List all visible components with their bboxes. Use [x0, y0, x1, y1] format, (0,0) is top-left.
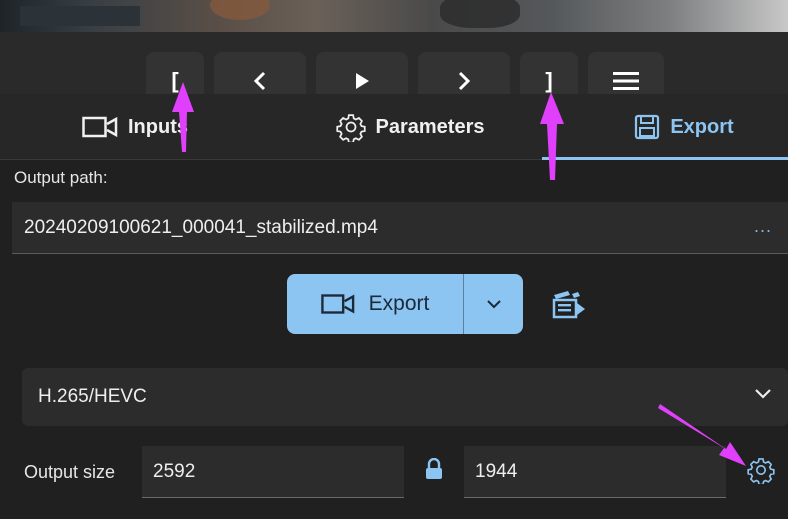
next-frame-icon: [458, 71, 471, 91]
export-split-button: Export: [287, 274, 523, 334]
render-queue-icon[interactable]: [550, 288, 588, 320]
menu-icon: [613, 72, 639, 90]
play-icon: [356, 73, 369, 89]
tab-export-label: Export: [670, 115, 734, 138]
output-path-input[interactable]: 20240209100621_000041_stabilized.mp4 ...: [12, 202, 788, 254]
codec-selected-value: H.265/HEVC: [38, 386, 147, 407]
gear-icon: [335, 114, 366, 142]
video-preview: [0, 0, 788, 32]
output-width-value: 2592: [153, 460, 196, 482]
codec-select[interactable]: H.265/HEVC: [22, 368, 788, 426]
output-height-value: 1944: [475, 460, 518, 482]
tab-bar: Inputs Parameters Export: [0, 94, 788, 160]
active-tab-indicator: [542, 157, 788, 160]
output-path-label: Output path:: [14, 168, 108, 187]
tab-parameters-label: Parameters: [375, 115, 485, 138]
export-button-label: Export: [368, 292, 430, 315]
floppy-disk-icon: [635, 114, 660, 140]
tab-inputs-label: Inputs: [128, 115, 188, 138]
mark-out-label: ]: [545, 68, 553, 93]
video-camera-icon: [82, 116, 118, 138]
output-size-label: Output size: [24, 462, 116, 482]
export-options-dropdown[interactable]: [464, 274, 523, 334]
video-camera-icon: [320, 294, 354, 314]
gear-icon[interactable]: [747, 456, 775, 484]
previous-frame-icon: [253, 71, 266, 91]
export-button[interactable]: Export: [287, 274, 463, 334]
output-width-input[interactable]: 2592: [142, 446, 404, 498]
tab-parameters[interactable]: Parameters: [290, 94, 530, 160]
aspect-lock-icon[interactable]: [425, 458, 443, 480]
output-path-value: 20240209100621_000041_stabilized.mp4: [24, 216, 378, 238]
mark-in-label: [: [171, 68, 179, 93]
chevron-down-icon: [486, 300, 501, 309]
tab-inputs[interactable]: Inputs: [40, 94, 230, 160]
chevron-down-icon: [755, 389, 771, 399]
browse-button[interactable]: ...: [754, 216, 772, 237]
transport-bar: [ ]: [0, 32, 788, 110]
output-height-input[interactable]: 1944: [464, 446, 726, 498]
tab-export[interactable]: Export: [580, 94, 788, 160]
